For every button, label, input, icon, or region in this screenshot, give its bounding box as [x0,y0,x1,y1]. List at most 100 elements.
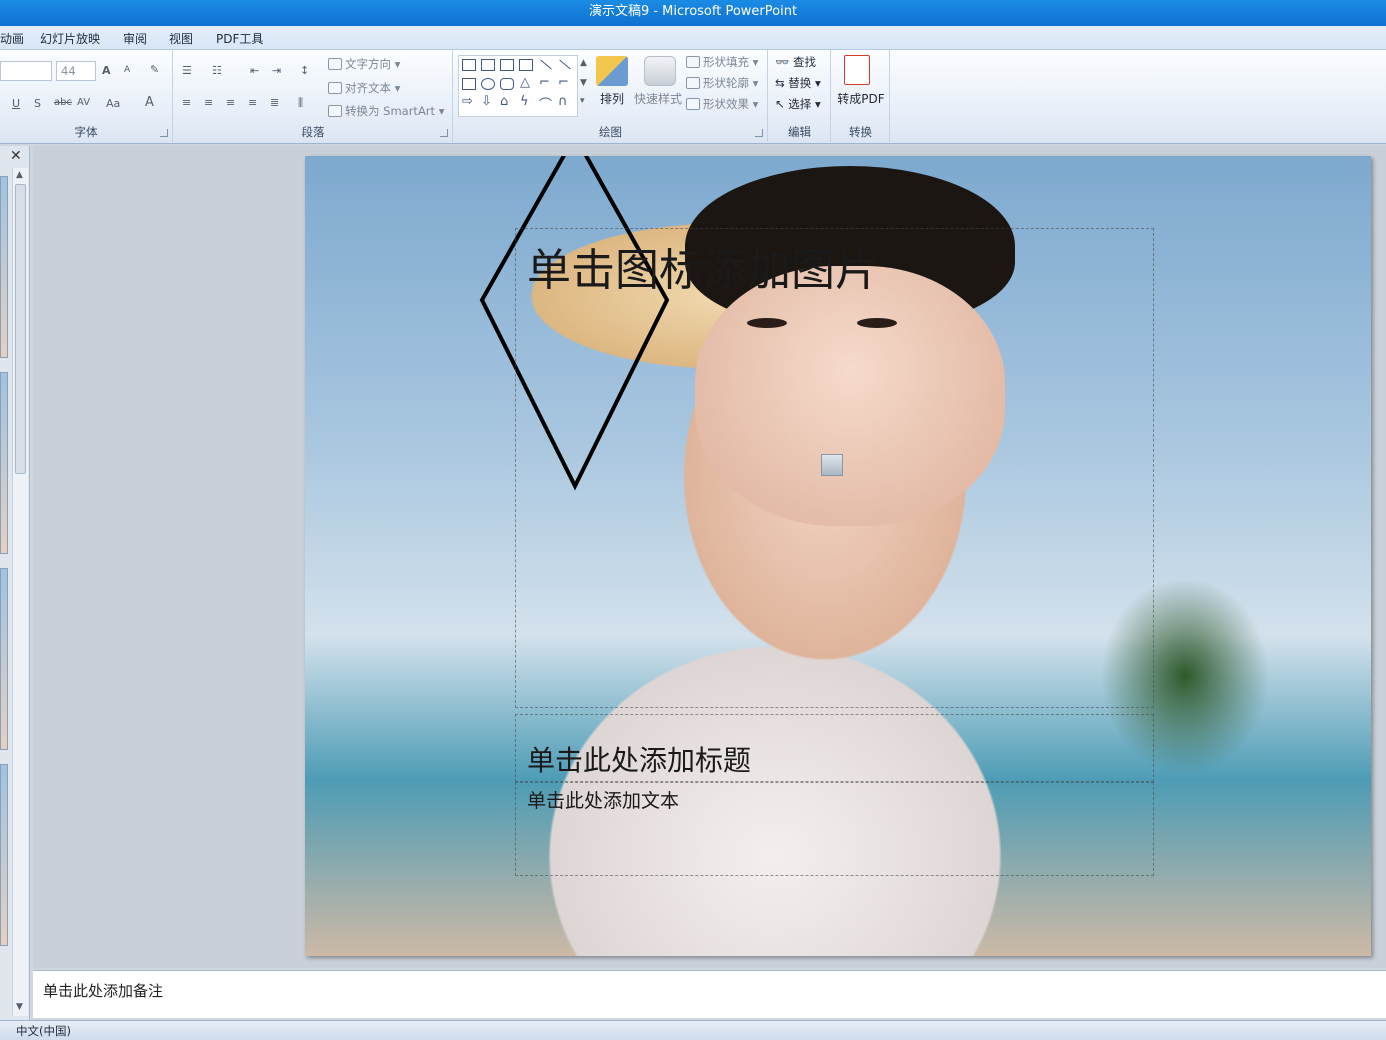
line-spacing-icon[interactable]: ↕ [300,64,309,77]
arrow-shape-icon[interactable] [559,59,571,70]
columns-icon[interactable]: ⫼ [298,96,303,110]
tab-review[interactable]: 审阅 [123,30,147,47]
align-center-icon[interactable]: ≡ [204,96,213,109]
editing-group-label: 编辑 [788,125,811,139]
change-case-button[interactable]: Aa [106,97,120,110]
flowchart-shape-icon[interactable]: ⌂ [500,94,508,109]
down-arrow-shape-icon[interactable]: ⇩ [481,94,492,109]
font-size-combo[interactable]: 44 [56,61,96,81]
shape-outline-button[interactable]: 形状轮廓 ▾ [686,75,758,91]
align-left-icon[interactable]: ≡ [182,96,191,109]
slide-thumbnail[interactable] [0,372,8,554]
arrange-icon[interactable] [596,56,628,86]
paragraph-group-label: 段落 [301,125,325,139]
find-button[interactable]: 👓 查找 [775,54,816,70]
justify-icon[interactable]: ≡ [248,96,257,109]
shape-fill-button[interactable]: 形状填充 ▾ [686,54,758,70]
bullets-icon[interactable]: ☰ [182,64,192,77]
tab-pdf-tools[interactable]: PDF工具 [216,30,263,47]
increase-indent-icon[interactable]: ⇥ [272,64,281,77]
align-right-icon[interactable]: ≡ [226,96,235,109]
align-text-button[interactable]: 对齐文本 ▾ [328,80,400,96]
frame-shape-icon[interactable] [519,59,533,71]
tab-slideshow[interactable]: 幻灯片放映 [40,30,100,47]
grow-font-button[interactable]: A [102,64,111,77]
title-placeholder-text: 单击此处添加标题 [527,744,752,777]
quick-styles-icon[interactable] [644,56,676,86]
textbox-shape-icon[interactable] [462,59,476,71]
oval-shape-icon[interactable] [481,78,495,90]
arrange-button[interactable]: 排列 [594,90,630,107]
editing-group: 👓 查找 ⇆ 替换 ▾ ↖ 选择 ▾ 编辑 [769,50,831,142]
strikethrough-button[interactable]: abc [54,97,72,108]
drawing-dialog-launcher-icon[interactable] [755,129,763,137]
curve-shape-icon[interactable]: ∩ [558,94,568,109]
cursor-icon: ↖ [775,97,789,111]
convert-group-label: 转换 [849,125,872,139]
gallery-more-icon[interactable]: ▾ [580,96,585,106]
distribute-icon[interactable]: ≣ [270,96,279,109]
slide-canvas[interactable]: 单击图标添加图片 单击此处添加标题 单击此处添加文本 [305,156,1371,956]
numbering-icon[interactable]: ☷ [212,64,222,77]
gallery-scroll-down-icon[interactable]: ▼ [580,78,587,88]
tab-animation[interactable]: 动画 [0,30,24,47]
slide-thumbnail[interactable] [0,176,8,358]
char-spacing-button[interactable]: AV [77,97,90,108]
insert-picture-icon[interactable] [821,454,843,476]
elbow-arrow-icon[interactable]: ⌐ [558,75,569,90]
notes-pane[interactable]: 单击此处添加备注 [33,970,1386,1018]
window-title: 演示文稿9 - Microsoft PowerPoint [588,4,798,19]
underline-button[interactable]: U [12,97,20,110]
ribbon: 44 A A ✎ U S abc AV Aa A 字体 ☰ ☷ ⇤ ⇥ ↕ ≡ … [0,50,1386,144]
select-button[interactable]: ↖ 选择 ▾ [775,96,821,112]
shapes-gallery[interactable]: △ ⌐ ⌐ ⇨ ⇩ ⌂ ϟ ⌒ ∩ [458,55,578,117]
replace-icon: ⇆ [775,76,789,90]
status-bar: 中文(中国) [0,1020,1386,1040]
picture-shape-icon[interactable] [500,59,514,71]
align-text-icon [328,82,342,94]
title-bar: 演示文稿9 - Microsoft PowerPoint [0,0,1386,26]
quick-styles-button[interactable]: 快速样式 [631,90,685,107]
slide-thumbnail[interactable] [0,568,8,750]
paragraph-group: ☰ ☷ ⇤ ⇥ ↕ ≡ ≡ ≡ ≡ ≣ ⫼ 文字方向 ▾ 对齐文本 ▾ 转换为 … [174,50,453,142]
shrink-font-button[interactable]: A [124,65,130,75]
shape-effects-button[interactable]: 形状效果 ▾ [686,96,758,112]
text-placeholder-text: 单击此处添加文本 [527,790,680,812]
binoculars-icon: 👓 [775,55,793,69]
pdf-convert-icon[interactable] [844,55,870,85]
effects-icon [686,98,700,110]
close-pane-icon[interactable]: ✕ [10,148,22,164]
font-name-combo[interactable] [0,61,52,81]
convert-smartart-button[interactable]: 转换为 SmartArt ▾ [328,103,444,119]
shadow-button[interactable]: S [34,97,41,110]
clear-format-icon[interactable]: ✎ [150,63,159,76]
rectangle-shape-icon[interactable] [462,78,476,90]
status-language[interactable]: 中文(中国) [16,1023,71,1039]
paragraph-dialog-launcher-icon[interactable] [440,129,448,137]
arc-shape-icon[interactable]: ⌒ [539,94,552,113]
font-dialog-launcher-icon[interactable] [160,129,168,137]
font-group-label: 字体 [74,125,98,139]
rounded-rect-shape-icon[interactable] [500,78,514,90]
right-arrow-shape-icon[interactable]: ⇨ [462,94,473,109]
decrease-indent-icon[interactable]: ⇤ [250,64,259,77]
triangle-shape-icon[interactable]: △ [520,75,530,90]
slide-thumbnail[interactable] [0,764,8,946]
scroll-up-icon[interactable]: ▲ [16,170,23,180]
line-shape-icon[interactable] [540,59,552,70]
text-direction-button[interactable]: 文字方向 ▾ [328,56,400,72]
replace-button[interactable]: ⇆ 替换 ▾ [775,75,821,91]
font-group: 44 A A ✎ U S abc AV Aa A 字体 [0,50,173,142]
lightning-shape-icon[interactable]: ϟ [520,94,529,109]
notes-placeholder-text: 单击此处添加备注 [43,982,164,1000]
tab-view[interactable]: 视图 [169,30,193,47]
convert-to-pdf-button[interactable]: 转成PDF [834,90,888,107]
font-color-button[interactable]: A [145,95,154,110]
thumbnails-scrollbar[interactable]: ▲ ▼ [12,168,28,1016]
vertical-textbox-shape-icon[interactable] [481,59,495,71]
scroll-down-icon[interactable]: ▼ [16,1002,23,1012]
gallery-scroll-up-icon[interactable]: ▲ [580,58,587,68]
pen-icon [686,77,700,89]
elbow-connector-icon[interactable]: ⌐ [539,75,550,90]
scroll-thumb[interactable] [15,184,26,474]
